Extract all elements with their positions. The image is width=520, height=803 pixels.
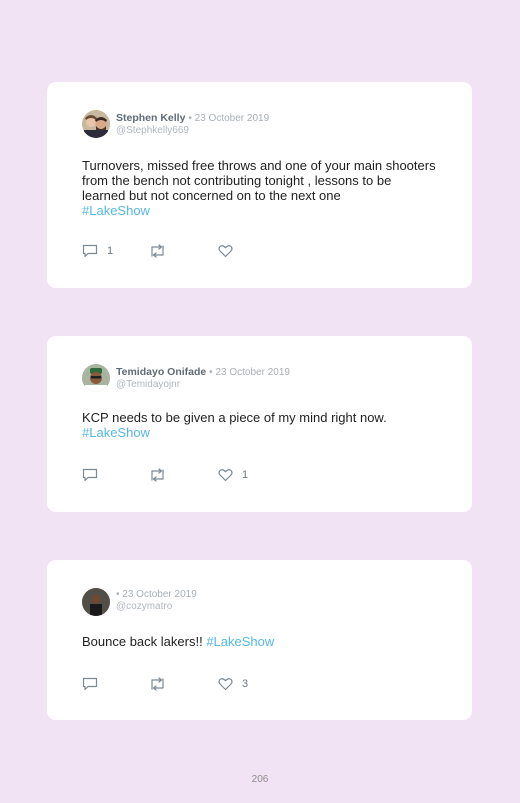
author-handle[interactable]: @Stephkelly669 [116,125,189,136]
tweet-body: Turnovers, missed free throws and one of… [82,158,436,203]
retweet-button[interactable] [149,468,175,482]
retweet-button[interactable] [149,677,175,691]
speech-bubble-icon [82,677,98,691]
tweet-body: KCP needs to be given a piece of my mind… [82,410,387,425]
hashtag-link[interactable]: #LakeShow [82,203,150,218]
tweet-text: Bounce back lakers!! #LakeShow [82,634,437,649]
avatar[interactable] [82,110,110,138]
tweet-date: • 23 October 2019 [209,367,290,378]
tweet-date: • 23 October 2019 [188,113,270,124]
speech-bubble-icon [82,244,98,258]
retweet-icon [151,244,164,258]
tweet-actions: 1 [82,244,342,260]
heart-icon [218,678,233,691]
tweet-text: Turnovers, missed free throws and one of… [82,158,437,218]
heart-icon [218,245,233,258]
tweet-actions: 1 [82,468,342,484]
like-button[interactable]: 3 [218,677,248,691]
tweet-card: Stephen Kelly • 23 October 2019 @Stephke… [47,82,472,288]
tweet-text: KCP needs to be given a piece of my mind… [82,410,437,440]
tweet-card: • 23 October 2019 @cozymatro Bounce back… [47,560,472,720]
like-count: 3 [242,678,249,690]
avatar[interactable] [82,588,110,616]
retweet-button[interactable] [149,244,175,258]
reply-button[interactable]: 1 [82,244,113,258]
heart-icon [218,469,233,482]
avatar[interactable] [82,364,110,392]
like-count: 1 [242,469,249,481]
reply-count: 1 [107,245,114,257]
author-name[interactable]: Stephen Kelly [116,112,185,124]
author-name[interactable]: Temidayo Onifade [116,366,206,378]
speech-bubble-icon [82,468,98,482]
reply-button[interactable] [82,677,107,691]
retweet-icon [151,468,164,482]
tweet-card: Temidayo Onifade • 23 October 2019 @Temi… [47,336,472,512]
like-button[interactable] [218,244,242,258]
tweet-date: • 23 October 2019 [116,589,197,600]
author-handle[interactable]: @Temidayojnr [116,379,180,390]
like-button[interactable]: 1 [218,468,248,482]
tweet-body: Bounce back lakers!! [82,634,203,649]
author-handle[interactable]: @cozymatro [116,601,172,612]
hashtag-link[interactable]: #LakeShow [82,425,150,440]
tweet-actions: 3 [82,677,342,693]
retweet-icon [151,677,164,691]
reply-button[interactable] [82,468,107,482]
hashtag-link[interactable]: #LakeShow [206,634,274,649]
page-number: 206 [251,774,269,785]
